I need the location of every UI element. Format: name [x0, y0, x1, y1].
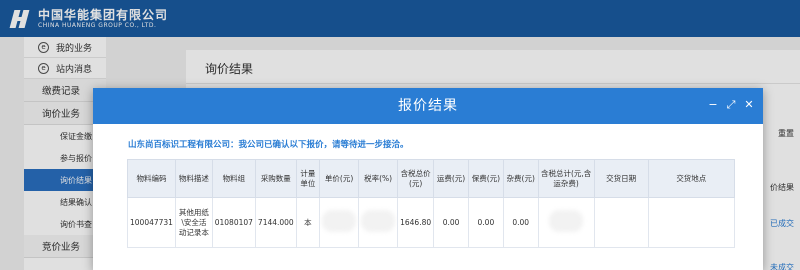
redacted-value	[549, 210, 584, 232]
table-header-row: 物料编码 物料描述 物料组 采购数量 计量单位 单价(元) 税率(%) 含税总价…	[127, 159, 736, 198]
cell-misc-fee: 0.00	[502, 197, 539, 248]
column-header: 物料编码	[127, 159, 176, 198]
close-icon[interactable]: ✕	[743, 98, 755, 112]
cell-unit: 本	[295, 197, 321, 248]
column-header: 计量单位	[295, 159, 321, 198]
column-header: 交货地点	[647, 159, 736, 198]
cell-grand-total	[537, 197, 595, 248]
redacted-value	[361, 210, 396, 232]
cell-quantity: 7144.000	[254, 197, 297, 248]
cell-freight: 0.00	[433, 197, 469, 248]
dialog-title: 报价结果	[398, 98, 458, 114]
column-header: 物料组	[211, 159, 256, 198]
cell-total-price: 1646.80	[397, 197, 435, 248]
column-header: 单价(元)	[319, 159, 360, 198]
minimize-icon[interactable]: −	[707, 98, 719, 112]
column-header: 含税总计(元,含运杂费)	[537, 159, 595, 198]
column-header: 运费(元)	[433, 159, 469, 198]
column-header: 含税总价(元)	[397, 159, 435, 198]
confirmation-message: 山东尚百标识工程有限公司：我公司已确认以下报价，请等待进一步接洽。	[128, 140, 409, 150]
column-header: 采购数量	[254, 159, 297, 198]
cell-material-group: 01080107	[211, 197, 256, 248]
column-header: 保费(元)	[467, 159, 504, 198]
column-header: 交货日期	[593, 159, 649, 198]
cell-material-code: 100047731	[127, 197, 176, 248]
column-header: 税率(%)	[358, 159, 399, 198]
quote-result-dialog: 报价结果 − ⤢ ✕ 山东尚百标识工程有限公司：我公司已确认以下报价，请等待进一…	[93, 88, 763, 270]
table-row: 100047731 其他用纸\安全活动记录本 01080107 7144.000…	[127, 197, 736, 248]
redacted-value	[322, 210, 357, 232]
column-header: 杂费(元)	[502, 159, 539, 198]
cell-unit-price	[319, 197, 360, 248]
cell-material-desc: 其他用纸\安全活动记录本	[174, 197, 213, 248]
dialog-header: 报价结果 − ⤢ ✕	[93, 88, 763, 124]
maximize-icon[interactable]: ⤢	[725, 98, 737, 112]
cell-delivery-place	[647, 197, 736, 248]
cell-insurance: 0.00	[467, 197, 504, 248]
column-header: 物料描述	[174, 159, 213, 198]
cell-tax-rate	[358, 197, 399, 248]
quote-table: 物料编码 物料描述 物料组 采购数量 计量单位 单价(元) 税率(%) 含税总价…	[127, 159, 736, 248]
cell-delivery-date	[593, 197, 649, 248]
